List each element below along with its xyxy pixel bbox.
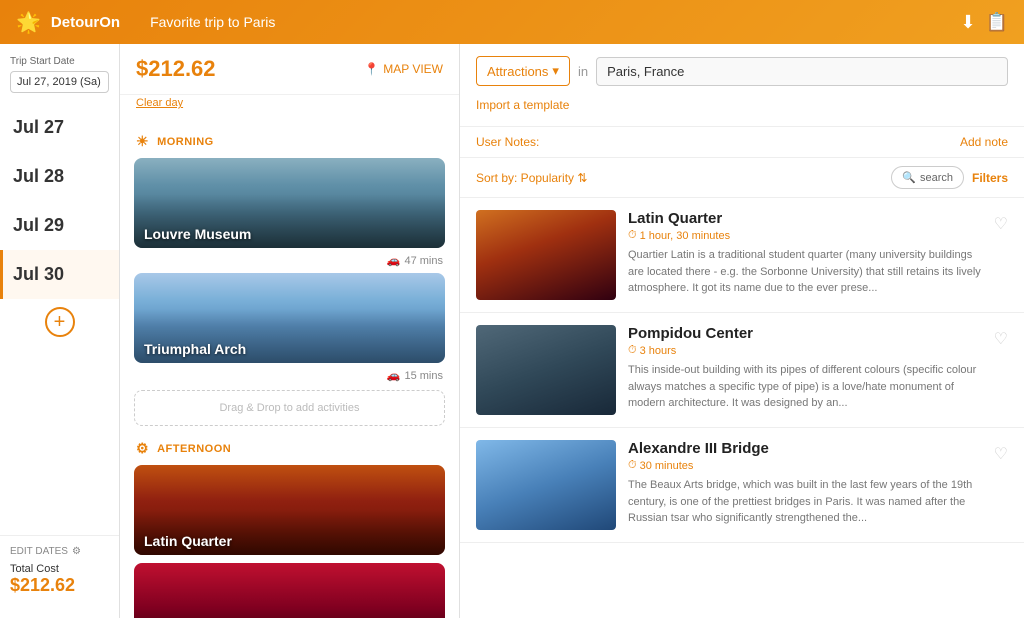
center-top: $212.62 📍 MAP VIEW (120, 44, 459, 95)
attraction-pompidou: Pompidou Center ⏱ 3 hours This inside-ou… (460, 313, 1024, 428)
activities-scroll: ☀ MORNING Louvre Museum 🚗 47 mins Triump… (120, 117, 459, 618)
arch-label: Triumphal Arch (134, 335, 256, 363)
sidebar-item-jul30[interactable]: Jul 30 (0, 250, 119, 299)
total-cost-value: $212.62 (10, 575, 109, 596)
user-notes-row: User Notes: Add note (460, 127, 1024, 158)
header-actions: ⬇ 📋 (960, 12, 1008, 33)
latin-quarter-name: Latin Quarter (628, 210, 982, 227)
bookmark-icon[interactable]: 📋 (986, 12, 1008, 33)
map-pin-icon: 📍 (364, 62, 379, 76)
clock-icon-3: ⏱ (628, 459, 637, 472)
clear-day-button[interactable]: Clear day (120, 95, 459, 117)
latin-quarter-image (476, 210, 616, 300)
clock-icon: ⏱ (628, 229, 637, 242)
louvre-travel-time: 🚗 47 mins (120, 252, 459, 269)
chevron-down-icon: ▾ (552, 63, 559, 79)
user-notes-label: User Notes: (476, 135, 539, 149)
latin-quarter-info: Latin Quarter ⏱ 1 hour, 30 minutes Quart… (628, 210, 982, 297)
latin-quarter-thumb (476, 210, 616, 300)
clock-icon-2: ⏱ (628, 344, 637, 357)
app-name: DetourOn (51, 14, 120, 31)
plus-icon: + (54, 311, 66, 334)
attraction-latin-quarter: Latin Quarter ⏱ 1 hour, 30 minutes Quart… (460, 198, 1024, 313)
car-icon-2: 🚗 (387, 369, 401, 382)
activity-louvre[interactable]: Louvre Museum (134, 158, 445, 248)
add-day-button[interactable]: + (45, 307, 75, 337)
sun-icon: ☀ (136, 133, 149, 150)
sort-filters-row: Sort by: Popularity ⇅ 🔍 search Filters (460, 158, 1024, 198)
latin-quarter-duration: ⏱ 1 hour, 30 minutes (628, 229, 982, 242)
right-top: Attractions ▾ in Import a template (460, 44, 1024, 127)
right-panel: Attractions ▾ in Import a template User … (460, 44, 1024, 618)
pompidou-info: Pompidou Center ⏱ 3 hours This inside-ou… (628, 325, 982, 412)
morning-header: ☀ MORNING (120, 125, 459, 154)
main-layout: Trip Start Date Jul 27, 2019 (Sa) Jul 27… (0, 44, 1024, 618)
in-label: in (578, 64, 588, 79)
latin-quarter-desc: Quartier Latin is a traditional student … (628, 247, 982, 297)
drop-zone: Drag & Drop to add activities (134, 390, 445, 426)
alexandre-info: Alexandre III Bridge ⏱ 30 minutes The Be… (628, 440, 982, 527)
trip-start-date[interactable]: Jul 27, 2019 (Sa) (10, 71, 109, 93)
pompidou-desc: This inside-out building with its pipes … (628, 362, 982, 412)
sort-label[interactable]: Sort by: Popularity ⇅ (476, 171, 587, 185)
sidebar-item-jul29[interactable]: Jul 29 (0, 201, 119, 250)
import-template-link[interactable]: Import a template (476, 98, 569, 112)
attraction-alexandre: Alexandre III Bridge ⏱ 30 minutes The Be… (460, 428, 1024, 543)
category-select[interactable]: Attractions ▾ (476, 56, 570, 86)
search-bar-row: Attractions ▾ in (476, 56, 1008, 86)
header: 🌟 DetourOn Favorite trip to Paris ⬇ 📋 (0, 0, 1024, 44)
moulin-image (134, 563, 445, 618)
sidebar: Trip Start Date Jul 27, 2019 (Sa) Jul 27… (0, 44, 120, 618)
edit-dates[interactable]: EDIT DATES ⚙ (10, 546, 109, 557)
afternoon-header: ⚙ AFTERNOON (120, 432, 459, 461)
alexandre-duration: ⏱ 30 minutes (628, 459, 982, 472)
arch-travel-time: 🚗 15 mins (120, 367, 459, 384)
latin-label: Latin Quarter (134, 527, 242, 555)
logo-icon: 🌟 (16, 10, 41, 35)
pompidou-favorite[interactable]: ♡ (994, 329, 1008, 349)
center-panel: $212.62 📍 MAP VIEW Clear day ☀ MORNING L… (120, 44, 460, 618)
latin-quarter-favorite[interactable]: ♡ (994, 214, 1008, 234)
louvre-label: Louvre Museum (134, 220, 261, 248)
attractions-list: Latin Quarter ⏱ 1 hour, 30 minutes Quart… (460, 198, 1024, 618)
location-input[interactable] (596, 57, 1008, 86)
total-cost-label: Total Cost (10, 563, 109, 575)
pompidou-image (476, 325, 616, 415)
alexandre-favorite[interactable]: ♡ (994, 444, 1008, 464)
sidebar-item-jul28[interactable]: Jul 28 (0, 152, 119, 201)
activity-arch[interactable]: Triumphal Arch (134, 273, 445, 363)
map-view-button[interactable]: 📍 MAP VIEW (364, 62, 443, 76)
add-note-button[interactable]: Add note (960, 135, 1008, 149)
activity-moulin[interactable]: Moulin Rouge Paris Dinner and Show $212.… (134, 563, 445, 618)
trip-title: Favorite trip to Paris (150, 14, 275, 30)
download-icon[interactable]: ⬇ (960, 12, 975, 33)
gear-icon: ⚙ (72, 546, 81, 557)
activity-latin[interactable]: Latin Quarter (134, 465, 445, 555)
search-button[interactable]: 🔍 search (891, 166, 964, 189)
pompidou-thumb (476, 325, 616, 415)
header-left: 🌟 DetourOn Favorite trip to Paris (16, 10, 275, 35)
sidebar-bottom: EDIT DATES ⚙ Total Cost $212.62 (0, 535, 119, 606)
pompidou-duration: ⏱ 3 hours (628, 344, 982, 357)
car-icon: 🚗 (387, 254, 401, 267)
alexandre-thumb (476, 440, 616, 530)
sort-icon: ⇅ (577, 171, 587, 185)
sidebar-item-jul27[interactable]: Jul 27 (0, 103, 119, 152)
trip-start-label: Trip Start Date (0, 56, 119, 67)
filters-button[interactable]: Filters (972, 171, 1008, 185)
gear-icon-2: ⚙ (136, 440, 149, 457)
search-icon: 🔍 (902, 171, 916, 184)
day-cost: $212.62 (136, 56, 216, 82)
pompidou-name: Pompidou Center (628, 325, 982, 342)
alexandre-desc: The Beaux Arts bridge, which was built i… (628, 477, 982, 527)
alexandre-name: Alexandre III Bridge (628, 440, 982, 457)
alexandre-image (476, 440, 616, 530)
